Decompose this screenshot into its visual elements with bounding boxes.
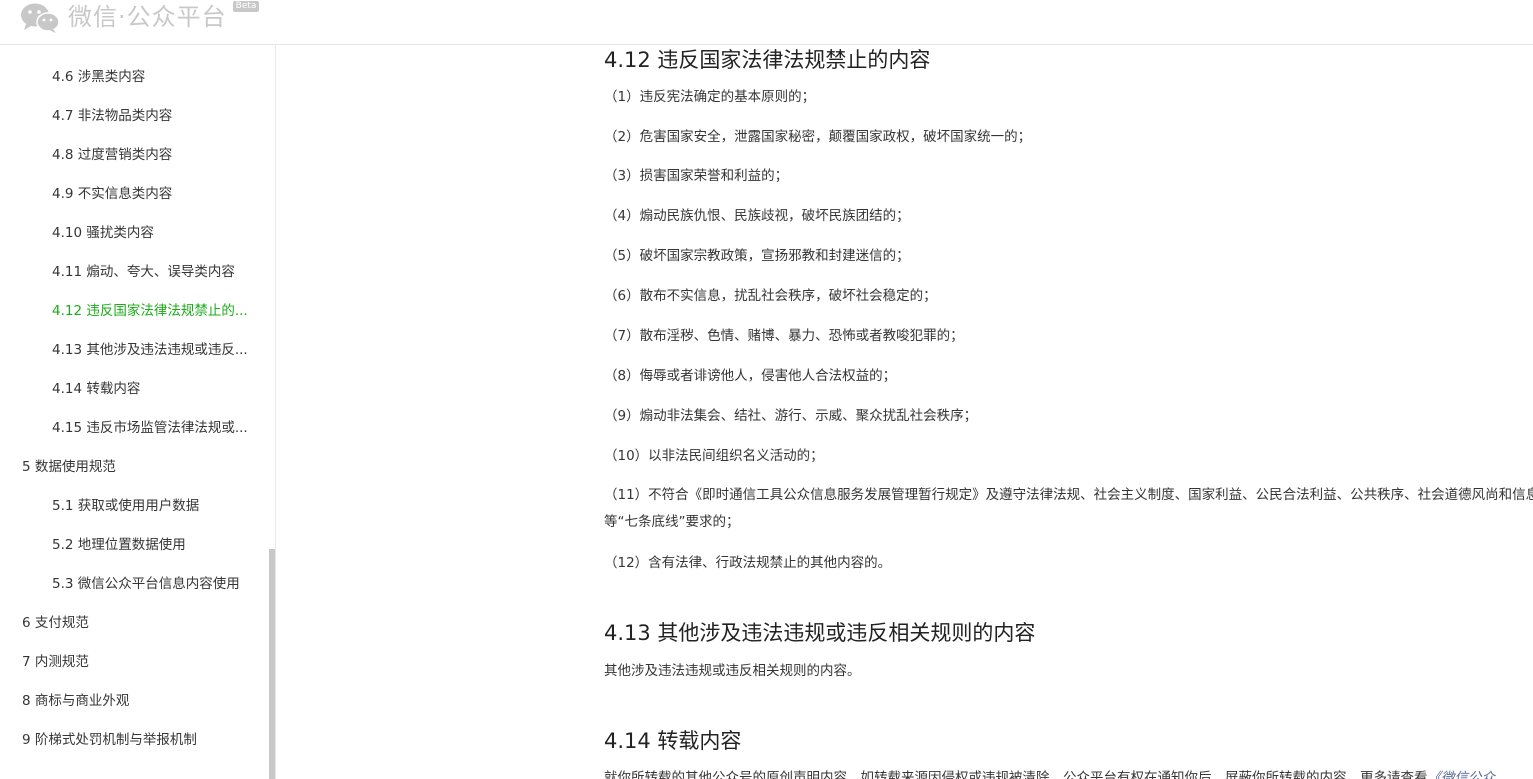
toc-item-9[interactable]: 9 阶梯式处罚机制与举报机制 [22, 730, 257, 750]
beta-badge: Beta [232, 0, 260, 12]
list-item: （1）违反宪法确定的基本原则的； [604, 89, 816, 105]
toc-item-7[interactable]: 7 内测规范 [22, 652, 257, 672]
list-item: （5）破坏国家宗教政策，宣扬邪教和封建迷信的； [604, 248, 910, 264]
toc-item-4-6[interactable]: 4.6 涉黑类内容 [52, 67, 257, 87]
list-item: （9）煽动非法集会、结社、游行、示威、聚众扰乱社会秩序； [604, 408, 978, 424]
list-item: （4）煽动民族仇恨、民族歧视，破坏民族团结的； [604, 208, 910, 224]
toc-item-5-1[interactable]: 5.1 获取或使用用户数据 [52, 496, 257, 516]
section-text-4-13: 其他涉及违法违规或违反相关规则的内容。 [604, 663, 861, 679]
toc-item-4-11[interactable]: 4.11 煽动、夸大、误导类内容 [52, 262, 257, 282]
section-text-4-14-body: 就你所转载的其他公众号的原创声明内容，如转载来源因侵权或违规被清除，公众平台有权… [604, 770, 1428, 779]
toc-item-4-7[interactable]: 4.7 非法物品类内容 [52, 106, 257, 126]
list-item: （2）危害国家安全，泄露国家秘密，颠覆国家政权，破坏国家统一的； [604, 129, 1032, 145]
list-item: （11）不符合《即时通信工具公众信息服务发展管理暂行规定》及遵守法律法规、社会主… [604, 487, 1533, 530]
list-item: （7）散布淫秽、色情、赌博、暴力、恐怖或者教唆犯罪的； [604, 328, 964, 344]
rules-link[interactable]: 《微信公众 [1428, 770, 1496, 779]
article-content: 4.12 违反国家法律法规禁止的内容 （1）违反宪法确定的基本原则的； （2）危… [604, 46, 1533, 779]
section-title-4-13: 4.13 其他涉及违法违规或违反相关规则的内容 [604, 621, 1036, 645]
toc-item-5-3[interactable]: 5.3 微信公众平台信息内容使用 [52, 574, 257, 594]
toc-item-5-2[interactable]: 5.2 地理位置数据使用 [52, 535, 257, 555]
wechat-logo-icon [18, 1, 62, 33]
list-item: （10）以非法民间组织名义活动的； [604, 448, 824, 464]
section-text-4-14: 就你所转载的其他公众号的原创声明内容，如转载来源因侵权或违规被清除，公众平台有权… [604, 768, 1495, 779]
toc-item-4-13[interactable]: 4.13 其他涉及违法违规或违反... [52, 340, 257, 360]
toc-item-5[interactable]: 5 数据使用规范 [22, 457, 257, 477]
toc-item-4-14[interactable]: 4.14 转载内容 [52, 379, 257, 399]
list-item: （8）侮辱或者诽谤他人，侵害他人合法权益的； [604, 368, 897, 384]
toc-item-4-10[interactable]: 4.10 骚扰类内容 [52, 223, 257, 243]
list-item: （3）损害国家荣誉和利益的； [604, 168, 789, 184]
section-title-4-12: 4.12 违反国家法律法规禁止的内容 [604, 48, 931, 72]
toc-sidebar: 4.6 涉黑类内容 4.7 非法物品类内容 4.8 过度营销类内容 4.9 不实… [0, 46, 276, 779]
sidebar-scrollbar-thumb[interactable] [269, 549, 275, 779]
wechat-mp-logo[interactable]: 微信·公众平台 Beta [18, 0, 260, 34]
list-item: （12）含有法律、行政法规禁止的其他内容的。 [604, 555, 892, 571]
toc-item-4-9[interactable]: 4.9 不实信息类内容 [52, 184, 257, 204]
toc-item-6[interactable]: 6 支付规范 [22, 613, 257, 633]
list-item: （6）散布不实信息，扰乱社会秩序，破坏社会稳定的； [604, 288, 937, 304]
top-header: 微信·公众平台 Beta [0, 0, 1533, 45]
toc-item-4-15[interactable]: 4.15 违反市场监管法律法规或... [52, 418, 257, 438]
toc-item-4-8[interactable]: 4.8 过度营销类内容 [52, 145, 257, 165]
logo-text: 微信·公众平台 [68, 3, 227, 31]
toc-item-4-12[interactable]: 4.12 违反国家法律法规禁止的... [52, 301, 257, 321]
section-title-4-14: 4.14 转载内容 [604, 729, 742, 753]
toc-item-8[interactable]: 8 商标与商业外观 [22, 691, 257, 711]
